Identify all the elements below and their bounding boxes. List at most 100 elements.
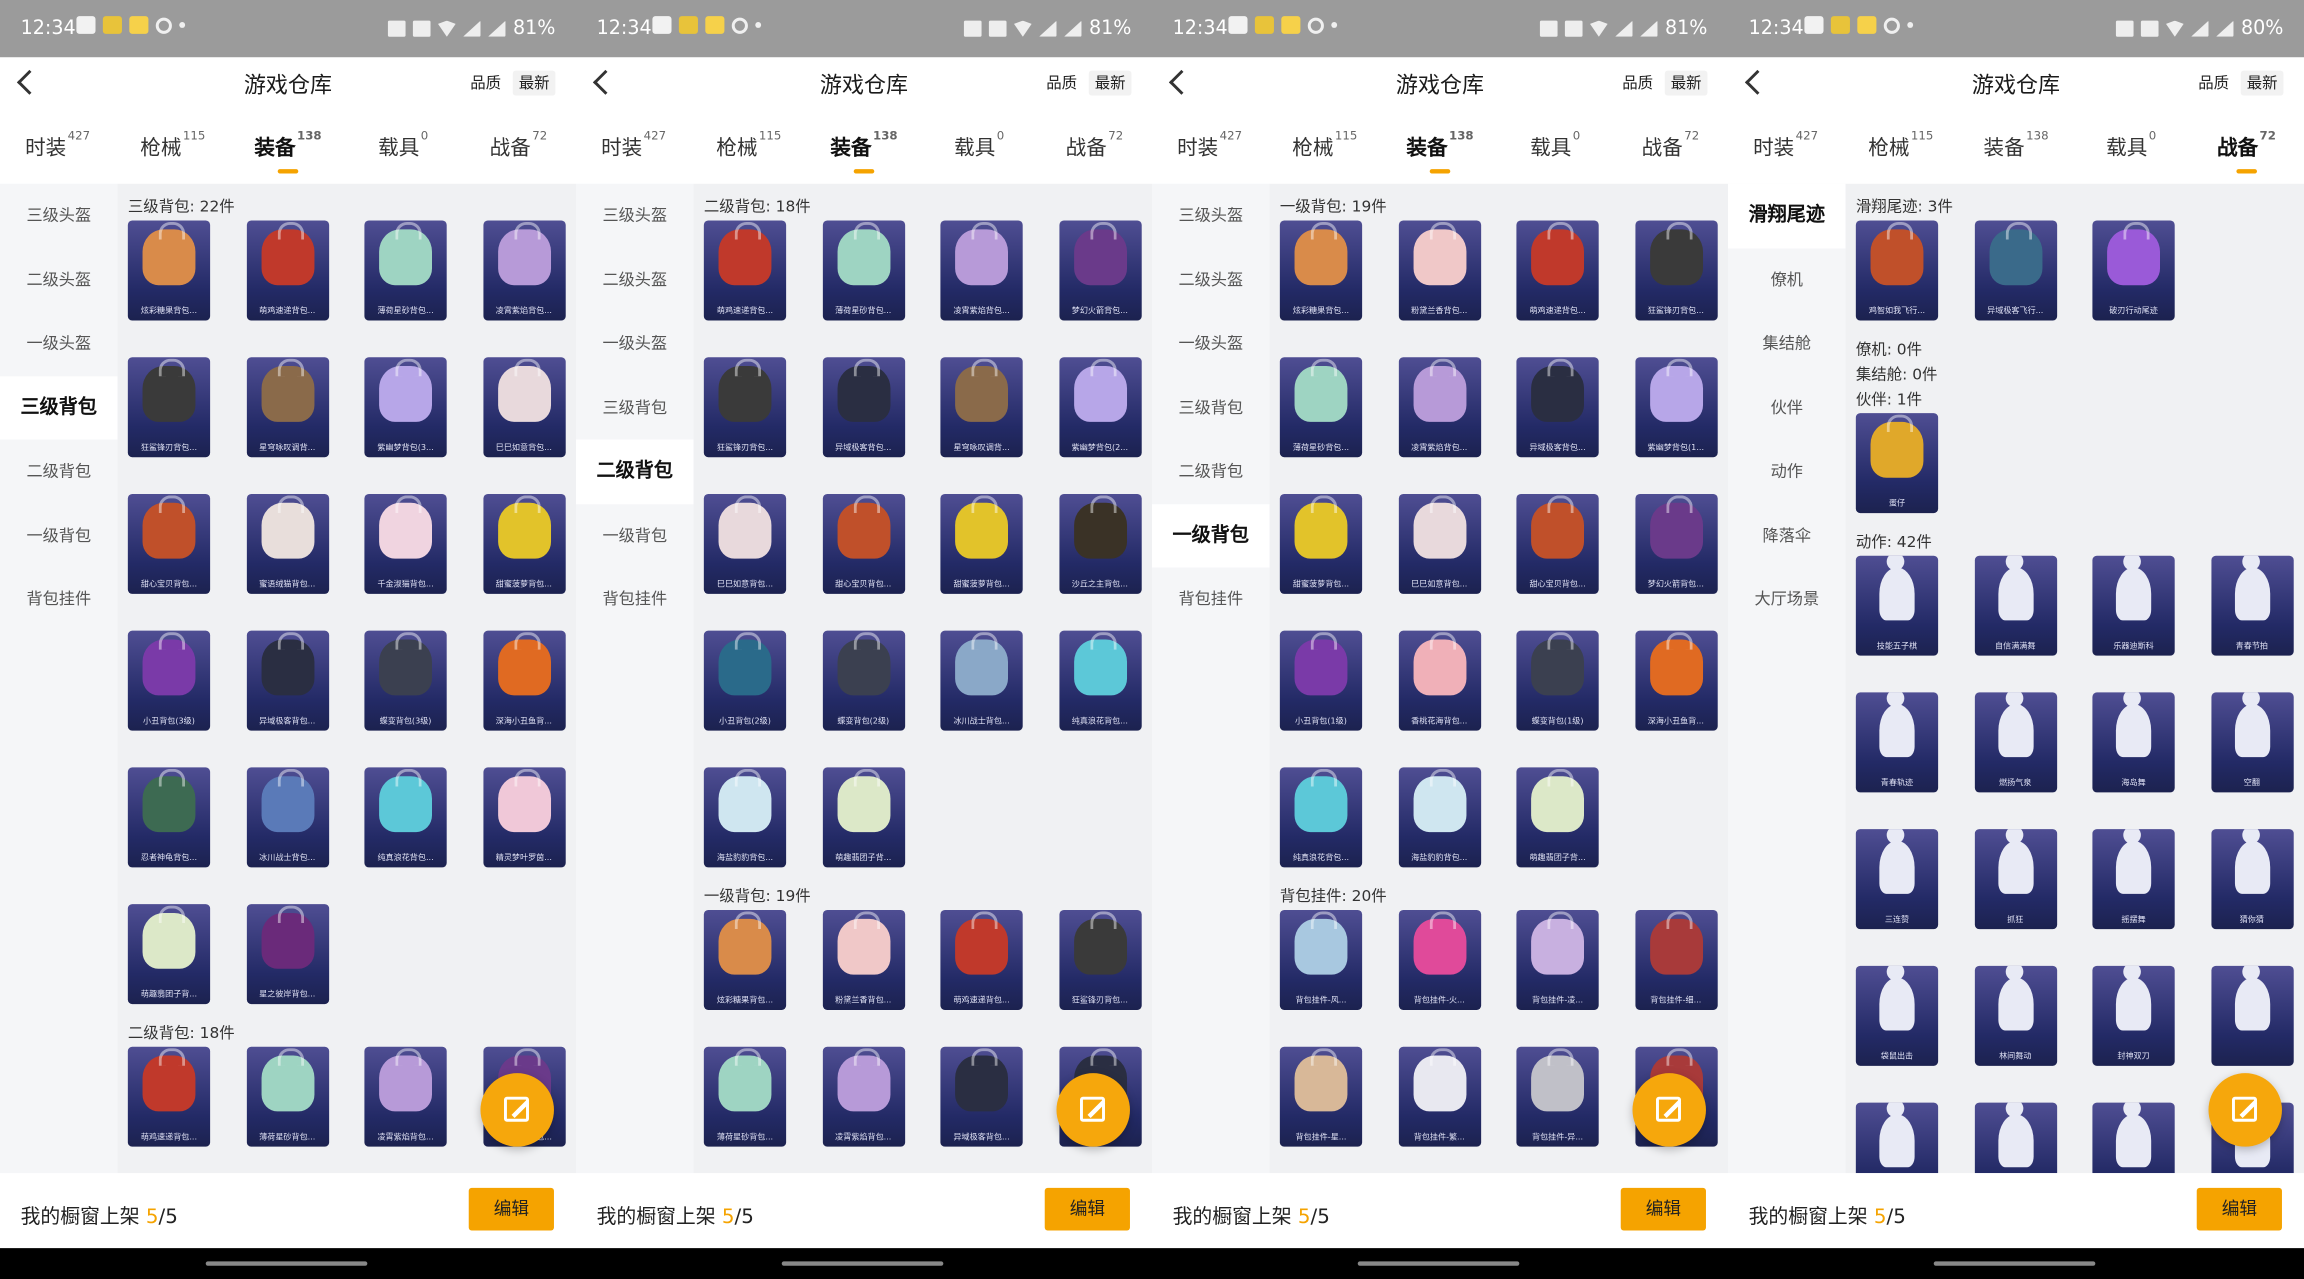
item-card[interactable]: 薄荷星砂背包...: [1279, 357, 1363, 458]
item-card[interactable]: 蝶变背包(1级): [1516, 630, 1599, 731]
item-card[interactable]: 炫彩糖果背包...: [703, 909, 787, 1010]
item-card[interactable]: 乐器迪斯科: [2092, 555, 2175, 656]
sidebar-item[interactable]: 三级背包: [0, 375, 118, 440]
item-card[interactable]: [1974, 1102, 2057, 1174]
item-card[interactable]: 凌霄紫焰背包...: [482, 220, 565, 321]
share-button[interactable]: [1632, 1073, 1706, 1147]
item-card[interactable]: 萌鸡速递背包...: [127, 1046, 211, 1147]
tab-2[interactable]: 装备138: [1958, 129, 2073, 161]
tab-2[interactable]: 装备138: [1382, 129, 1497, 174]
item-card[interactable]: 背包挂件-异...: [1516, 1046, 1599, 1147]
item-card[interactable]: 小丑背包(2级): [703, 630, 787, 731]
item-card[interactable]: 异域极客背包...: [246, 630, 329, 731]
item-card[interactable]: 纯真浪花背包...: [364, 767, 447, 868]
item-card[interactable]: 异域极客背包...: [1516, 357, 1599, 458]
sidebar-item[interactable]: 降落伞: [1728, 504, 1846, 568]
item-card[interactable]: 巳巳如意背包...: [703, 493, 787, 594]
sidebar-item[interactable]: 三级背包: [1152, 376, 1270, 440]
item-list[interactable]: 滑翔尾迹: 3件 鸡智如我飞行... 异域极客飞行... 破刃行动尾迹 僚机: 0件 集结…: [1845, 183, 2304, 1174]
home-indicator[interactable]: [1357, 1261, 1520, 1266]
item-card[interactable]: 沙丘之主背包...: [1058, 493, 1141, 594]
item-card[interactable]: 紫幽梦背包(2...: [1058, 357, 1141, 458]
item-card[interactable]: 破刃行动尾迹: [2092, 220, 2175, 321]
sidebar-item[interactable]: 一级头盔: [0, 312, 118, 376]
sort-option[interactable]: 最新: [512, 70, 556, 96]
item-card[interactable]: 异域极客飞行...: [1974, 220, 2057, 321]
item-card[interactable]: 海岛舞: [2092, 692, 2175, 793]
item-card[interactable]: 萌趣翡团子背...: [1516, 767, 1599, 868]
item-card[interactable]: 薄荷星砂背包...: [703, 1046, 787, 1147]
item-card[interactable]: 凌霄紫焰背包...: [822, 1046, 905, 1147]
tab-4[interactable]: 战备72: [1037, 129, 1152, 161]
tab-1[interactable]: 枪械115: [691, 129, 806, 161]
sidebar-item[interactable]: 一级头盔: [576, 312, 694, 376]
item-card[interactable]: 异域极客背包...: [822, 357, 905, 458]
item-card[interactable]: 海盐豹豹背包...: [703, 767, 787, 868]
item-card[interactable]: 巳巳如意背包...: [1398, 493, 1481, 594]
item-card[interactable]: 猜你猜: [2210, 829, 2293, 930]
sidebar-item[interactable]: 二级背包: [1152, 440, 1270, 504]
sidebar-item[interactable]: 二级背包: [576, 439, 694, 504]
item-card[interactable]: 甜蜜菠萝背包...: [482, 493, 565, 594]
edit-button[interactable]: 编辑: [2196, 1187, 2282, 1231]
item-card[interactable]: 甜蜜菠萝背包...: [940, 493, 1023, 594]
item-card[interactable]: 背包挂件-星...: [1279, 1046, 1363, 1147]
sort-option[interactable]: 品质: [1616, 71, 1659, 96]
sidebar-item[interactable]: 动作: [1728, 440, 1846, 504]
tab-1[interactable]: 枪械115: [115, 129, 230, 161]
sort-option[interactable]: 品质: [2192, 71, 2235, 96]
item-card[interactable]: 燃扬气泉: [1974, 692, 2057, 793]
sidebar-item[interactable]: 一级头盔: [1152, 312, 1270, 376]
item-card[interactable]: 紫幽梦背包(1...: [1634, 357, 1717, 458]
sidebar-item[interactable]: 背包挂件: [1152, 567, 1270, 631]
item-card[interactable]: 青春节拍: [2210, 555, 2293, 656]
item-card[interactable]: 空翻: [2210, 692, 2293, 793]
sidebar-item[interactable]: 一级背包: [1152, 503, 1270, 568]
item-card[interactable]: 萌鸡速递背包...: [703, 220, 787, 321]
item-card[interactable]: 巳巳如意背包...: [482, 357, 565, 458]
sidebar-item[interactable]: 二级头盔: [576, 248, 694, 312]
item-card[interactable]: [2092, 1102, 2175, 1174]
item-card[interactable]: 技能五子棋: [1855, 555, 1939, 656]
tab-1[interactable]: 枪械115: [1843, 129, 1958, 161]
sidebar-item[interactable]: 滑翔尾迹: [1728, 183, 1846, 248]
item-card[interactable]: 梦幻火箭背包...: [1634, 493, 1717, 594]
item-card[interactable]: 精灵梦叶罗茵...: [482, 767, 565, 868]
sidebar-item[interactable]: 背包挂件: [576, 567, 694, 631]
item-card[interactable]: 鸡智如我飞行...: [1855, 220, 1939, 321]
item-card[interactable]: 背包挂件-繁...: [1398, 1046, 1481, 1147]
item-card[interactable]: 梦幻火箭背包...: [1058, 220, 1141, 321]
tab-1[interactable]: 枪械115: [1267, 129, 1382, 161]
item-card[interactable]: 甜心宝贝背包...: [822, 493, 905, 594]
item-card[interactable]: 蝶变背包(3级): [364, 630, 447, 731]
item-card[interactable]: 凌霄紫焰背包...: [940, 220, 1023, 321]
tab-2[interactable]: 装备138: [230, 129, 345, 174]
share-button[interactable]: [480, 1073, 554, 1147]
item-card[interactable]: 深海小丑鱼背...: [1634, 630, 1717, 731]
item-card[interactable]: 青春轨迹: [1855, 692, 1939, 793]
sidebar-item[interactable]: 僚机: [1728, 248, 1846, 312]
tab-0[interactable]: 时装427: [1152, 129, 1267, 161]
edit-button[interactable]: 编辑: [1044, 1187, 1130, 1231]
sidebar-item[interactable]: 二级背包: [0, 440, 118, 504]
sidebar-item[interactable]: 一级背包: [576, 504, 694, 568]
sidebar-item[interactable]: 背包挂件: [0, 567, 118, 631]
item-card[interactable]: 冰川战士背包...: [246, 767, 329, 868]
tab-3[interactable]: 载具0: [346, 129, 461, 161]
sidebar-item[interactable]: 三级背包: [576, 376, 694, 440]
sort-option[interactable]: 品质: [464, 71, 507, 96]
item-card[interactable]: 海盐豹豹背包...: [1398, 767, 1481, 868]
item-card[interactable]: 蛋仔: [1855, 413, 1939, 514]
item-card[interactable]: 狂鲨锋刃背包...: [1058, 909, 1141, 1010]
sidebar-item[interactable]: 三级头盔: [576, 184, 694, 248]
tab-4[interactable]: 战备72: [2189, 129, 2304, 174]
item-card[interactable]: 星之彼岸背包...: [246, 904, 329, 1005]
item-card[interactable]: 背包挂件-火...: [1398, 909, 1481, 1010]
sidebar-item[interactable]: 大厅场景: [1728, 567, 1846, 631]
home-indicator[interactable]: [781, 1261, 944, 1266]
item-card[interactable]: 小丑背包(1级): [1279, 630, 1363, 731]
item-card[interactable]: 自信满满舞: [1974, 555, 2057, 656]
edit-button[interactable]: 编辑: [468, 1187, 554, 1231]
item-card[interactable]: 纯真浪花背包...: [1279, 767, 1363, 868]
item-card[interactable]: 小丑背包(3级): [127, 630, 211, 731]
